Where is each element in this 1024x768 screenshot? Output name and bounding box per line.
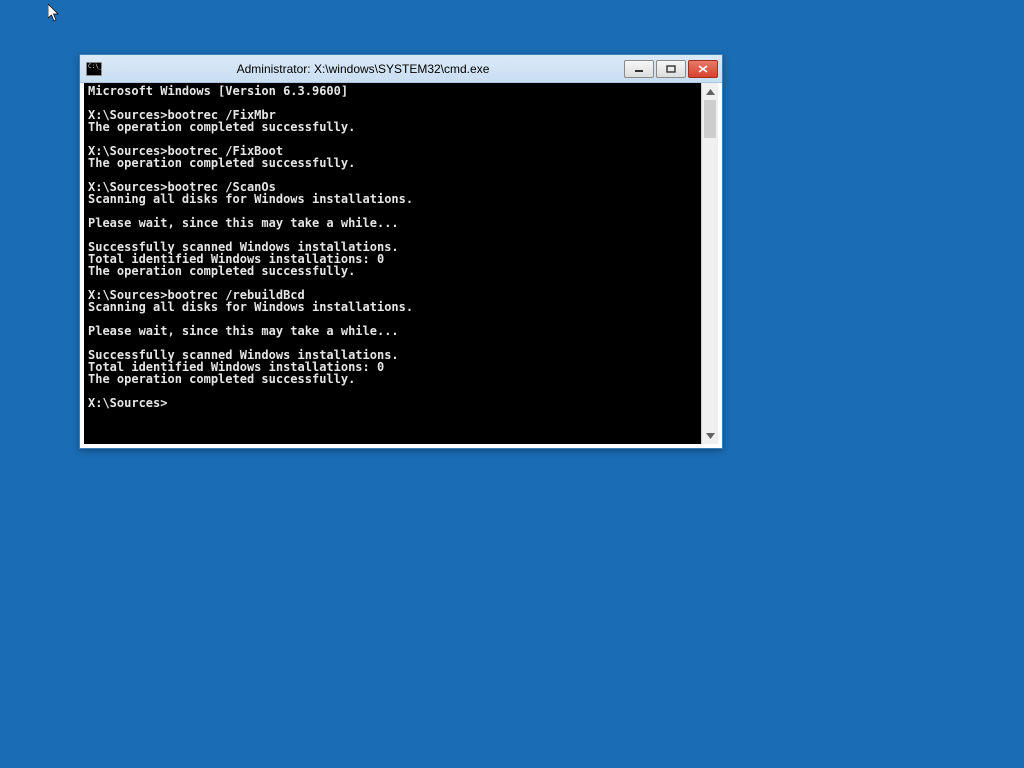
maximize-button[interactable] bbox=[656, 60, 686, 78]
terminal-line: Scanning all disks for Windows installat… bbox=[88, 301, 697, 313]
scroll-up-button[interactable] bbox=[702, 83, 718, 100]
terminal-line: The operation completed successfully. bbox=[88, 157, 697, 169]
window-controls bbox=[624, 60, 718, 78]
minimize-button[interactable] bbox=[624, 60, 654, 78]
titlebar[interactable]: Administrator: X:\windows\SYSTEM32\cmd.e… bbox=[80, 55, 722, 83]
scroll-down-button[interactable] bbox=[702, 427, 718, 444]
scroll-thumb[interactable] bbox=[704, 100, 716, 138]
terminal-line: Please wait, since this may take a while… bbox=[88, 325, 697, 337]
terminal-line bbox=[88, 385, 697, 397]
cmd-window: Administrator: X:\windows\SYSTEM32\cmd.e… bbox=[79, 54, 723, 449]
scroll-track[interactable] bbox=[702, 100, 718, 427]
terminal-line: The operation completed successfully. bbox=[88, 121, 697, 133]
close-button[interactable] bbox=[688, 60, 718, 78]
terminal-line: Please wait, since this may take a while… bbox=[88, 217, 697, 229]
terminal-line: Scanning all disks for Windows installat… bbox=[88, 193, 697, 205]
window-title: Administrator: X:\windows\SYSTEM32\cmd.e… bbox=[102, 62, 624, 76]
terminal-line: Microsoft Windows [Version 6.3.9600] bbox=[88, 85, 697, 97]
terminal-line: The operation completed successfully. bbox=[88, 373, 697, 385]
cmd-icon bbox=[86, 62, 102, 76]
mouse-cursor-icon bbox=[48, 4, 64, 24]
vertical-scrollbar[interactable] bbox=[701, 83, 718, 444]
terminal-line: The operation completed successfully. bbox=[88, 265, 697, 277]
client-area: Microsoft Windows [Version 6.3.9600] X:\… bbox=[84, 83, 718, 444]
terminal-line: X:\Sources> bbox=[88, 397, 697, 409]
terminal-output[interactable]: Microsoft Windows [Version 6.3.9600] X:\… bbox=[84, 83, 701, 444]
